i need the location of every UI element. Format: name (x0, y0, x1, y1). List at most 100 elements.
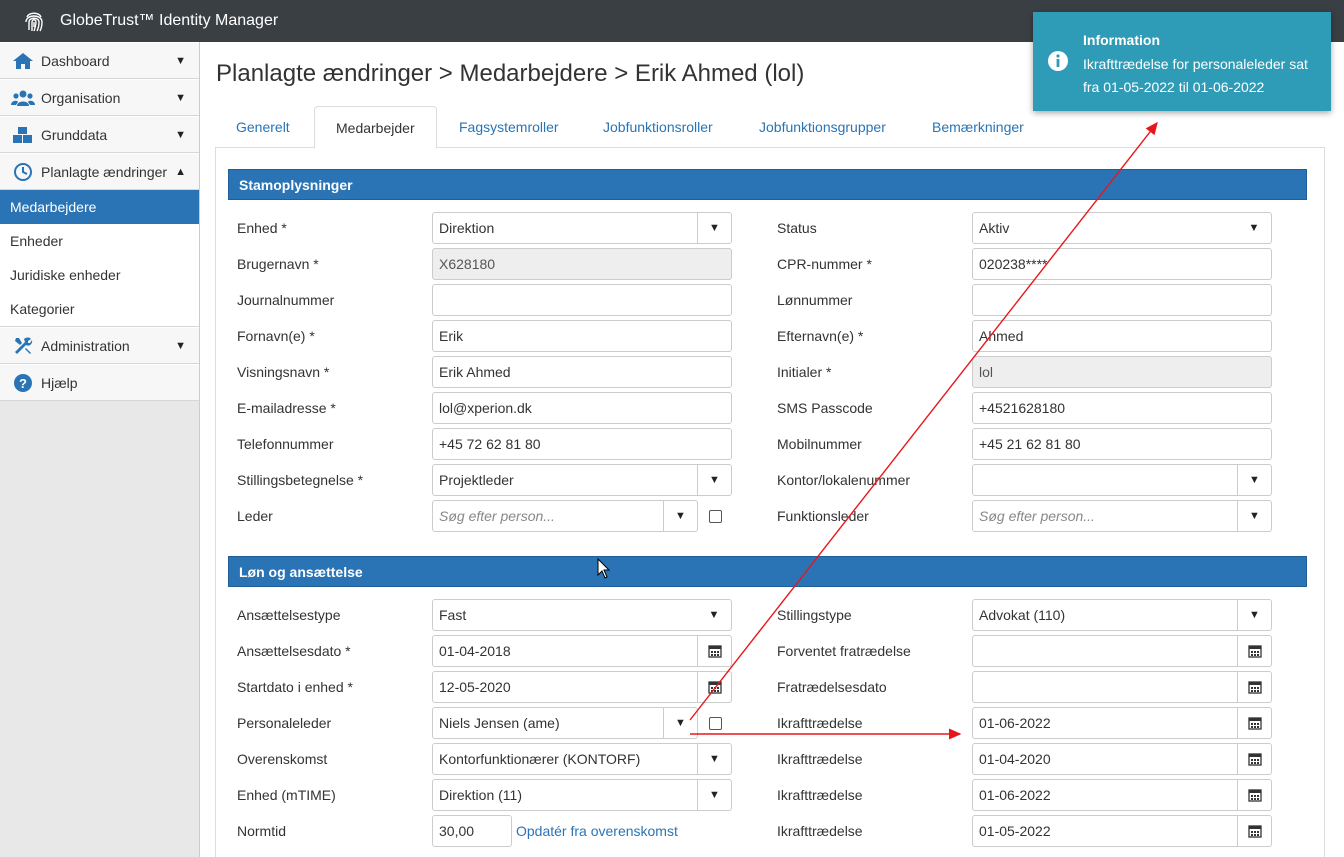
sidebar-item-label: Dashboard (41, 52, 110, 69)
sidebar-item-grunddata[interactable]: Grunddata ▼ (0, 116, 199, 153)
email-value: lol@xperion.dk (439, 400, 532, 416)
caret-down-icon: ▼ (663, 708, 697, 738)
stilling-select[interactable]: Projektleder ▼ (432, 464, 732, 496)
sms-input[interactable]: +4521628180 (972, 392, 1272, 424)
caret-down-icon: ▼ (697, 780, 731, 810)
label-ansaettelsesdato: Ansættelsesdato * (237, 643, 351, 659)
overenskomst-select[interactable]: Kontorfunktionærer (KONTORF) ▼ (432, 743, 732, 775)
efternavn-input[interactable]: Ahmed (972, 320, 1272, 352)
caret-down-icon: ▼ (1237, 465, 1271, 495)
journalnummer-input[interactable] (432, 284, 732, 316)
tab-fagsystemroller[interactable]: Fagsystemroller (438, 106, 580, 148)
caret-down-icon: ▼ (697, 465, 731, 495)
leder-checkbox[interactable] (709, 510, 722, 523)
sidebar: Dashboard ▼ Organisation ▼ Grunddata ▼ P… (0, 42, 200, 857)
tab-jobfunktionsroller[interactable]: Jobfunktionsroller (582, 106, 734, 148)
sidebar-item-hjaelp[interactable]: ? Hjælp (0, 364, 199, 401)
sidebar-subitem-kategorier[interactable]: Kategorier (0, 292, 199, 326)
calendar-icon[interactable] (1237, 816, 1271, 846)
label-lonnummer: Lønnummer (777, 292, 853, 308)
caret-down-icon: ▼ (697, 744, 731, 774)
sidebar-item-administration[interactable]: Administration ▼ (0, 327, 199, 364)
telefon-input[interactable]: +45 72 62 81 80 (432, 428, 732, 460)
label-initialer: Initialer * (777, 364, 832, 380)
ikraft-personaleleder-value: 01-06-2022 (979, 715, 1051, 731)
label-journalnummer: Journalnummer (237, 292, 335, 308)
label-personaleleder: Personaleleder (237, 715, 332, 731)
lonnummer-input[interactable] (972, 284, 1272, 316)
ikraft-overenskomst-input[interactable]: 01-04-2020 (972, 743, 1272, 775)
ikraft-normtid-input[interactable]: 01-05-2022 (972, 815, 1272, 847)
enhed-value: Direktion (439, 220, 495, 236)
normtid-input[interactable]: 30,00 (432, 815, 512, 847)
initialer-value: lol (979, 364, 994, 380)
startdato-value: 12-05-2020 (439, 679, 511, 695)
calendar-icon[interactable] (697, 672, 731, 702)
label-sms: SMS Passcode (777, 400, 873, 416)
sidebar-item-organisation[interactable]: Organisation ▼ (0, 79, 199, 116)
fingerprint-logo-icon (22, 9, 46, 33)
sidebar-item-label: Administration (41, 337, 130, 354)
enhed-select[interactable]: Direktion ▼ (432, 212, 732, 244)
startdato-input[interactable]: 12-05-2020 (432, 671, 732, 703)
fratraedelse-input[interactable] (972, 671, 1272, 703)
kontor-select[interactable]: ▼ (972, 464, 1272, 496)
stilling-value: Projektleder (439, 472, 514, 488)
cpr-input[interactable]: 020238**** (972, 248, 1272, 280)
stillingstype-value: Advokat (110) (979, 607, 1066, 623)
calendar-icon[interactable] (1237, 672, 1271, 702)
forventet-input[interactable] (972, 635, 1272, 667)
sidebar-subitem-medarbejdere[interactable]: Medarbejdere (0, 190, 199, 224)
tab-generelt[interactable]: Generelt (215, 106, 311, 148)
brugernavn-field: X628180 (432, 248, 732, 280)
overenskomst-value: Kontorfunktionærer (KONTORF) (439, 751, 641, 767)
label-telefon: Telefonnummer (237, 436, 334, 452)
personaleleder-checkbox[interactable] (709, 717, 722, 730)
label-ikraft-personaleleder: Ikrafttrædelse (777, 715, 863, 731)
ikraft-normtid-value: 01-05-2022 (979, 823, 1051, 839)
tab-bemaerkninger[interactable]: Bemærkninger (911, 106, 1045, 148)
leder-search[interactable]: Søg efter person... ▼ (432, 500, 698, 532)
calendar-icon[interactable] (1237, 636, 1271, 666)
calendar-icon[interactable] (1237, 708, 1271, 738)
ikraft-enhed-mtime-input[interactable]: 01-06-2022 (972, 779, 1272, 811)
email-input[interactable]: lol@xperion.dk (432, 392, 732, 424)
sidebar-subitem-juridiske-enheder[interactable]: Juridiske enheder (0, 258, 199, 292)
section-heading-lon: Løn og ansættelse (228, 556, 1307, 587)
help-icon: ? (11, 373, 35, 393)
toast-title: Information (1083, 32, 1160, 48)
label-email: E-mailadresse * (237, 400, 336, 416)
home-icon (11, 51, 35, 71)
fornavn-value: Erik (439, 328, 464, 344)
tab-panel: Stamoplysninger Enhed * Direktion ▼ Brug… (215, 148, 1325, 857)
caret-down-icon: ▼ (1237, 600, 1271, 630)
label-ikraft-normtid: Ikrafttrædelse (777, 823, 863, 839)
calendar-icon[interactable] (1237, 744, 1271, 774)
label-mobil: Mobilnummer (777, 436, 862, 452)
ansaettelsestype-select[interactable]: Fast ▼ (432, 599, 732, 631)
sidebar-subitem-enheder[interactable]: Enheder (0, 224, 199, 258)
ansaettelsesdato-input[interactable]: 01-04-2018 (432, 635, 732, 667)
label-ikraft-enhed-mtime: Ikrafttrædelse (777, 787, 863, 803)
sidebar-item-dashboard[interactable]: Dashboard ▼ (0, 42, 199, 79)
sidebar-item-planlagte-aendringer[interactable]: Planlagte ændringer ▲ (0, 153, 199, 190)
info-toast[interactable]: Information Ikrafttrædelse for personale… (1033, 12, 1331, 111)
ikraft-personaleleder-input[interactable]: 01-06-2022 (972, 707, 1272, 739)
status-select[interactable]: Aktiv ▼ (972, 212, 1272, 244)
tab-jobfunktionsgrupper[interactable]: Jobfunktionsgrupper (738, 106, 907, 148)
calendar-icon[interactable] (1237, 780, 1271, 810)
funktionsleder-search[interactable]: Søg efter person... ▼ (972, 500, 1272, 532)
opdater-fra-overenskomst-link[interactable]: Opdatér fra overenskomst (516, 823, 678, 839)
visningsnavn-input[interactable]: Erik Ahmed (432, 356, 732, 388)
enhed-mtime-select[interactable]: Direktion (11) ▼ (432, 779, 732, 811)
fornavn-input[interactable]: Erik (432, 320, 732, 352)
stillingstype-select[interactable]: Advokat (110) ▼ (972, 599, 1272, 631)
sms-value: +4521628180 (979, 400, 1066, 416)
tab-medarbejder[interactable]: Medarbejder (314, 106, 437, 149)
leder-placeholder: Søg efter person... (439, 508, 555, 524)
tab-bar: Generelt Medarbejder Fagsystemroller Job… (215, 106, 1325, 149)
calendar-icon[interactable] (697, 636, 731, 666)
personaleleder-search[interactable]: Niels Jensen (ame) ▼ (432, 707, 698, 739)
mobil-input[interactable]: +45 21 62 81 80 (972, 428, 1272, 460)
efternavn-value: Ahmed (979, 328, 1024, 344)
